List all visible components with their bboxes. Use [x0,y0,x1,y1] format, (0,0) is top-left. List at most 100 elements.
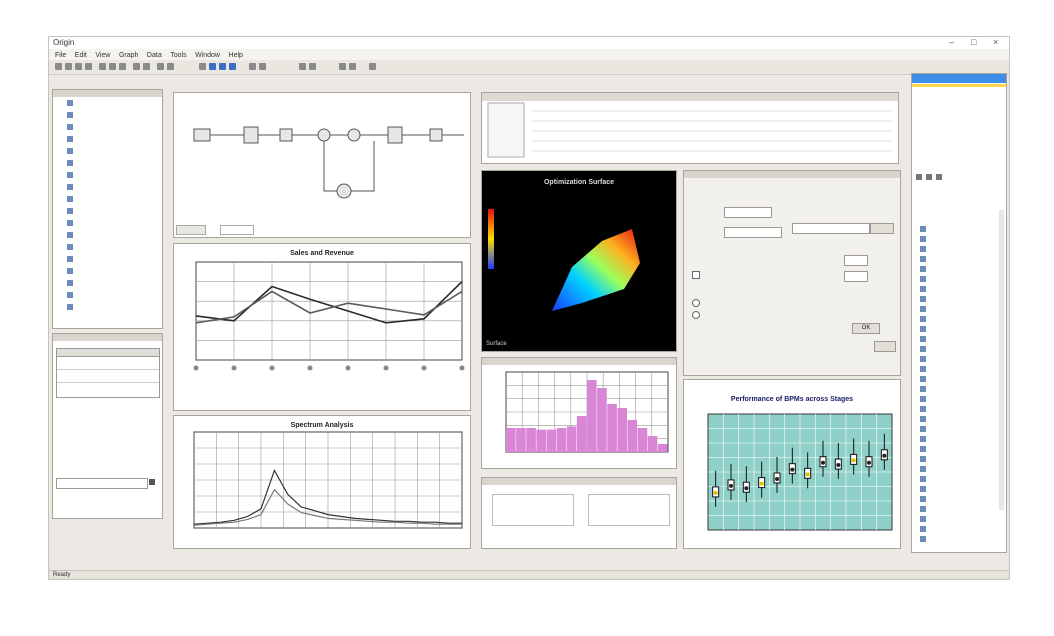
minimize-button[interactable]: ‒ [949,37,954,47]
object-list-item[interactable] [920,504,1000,514]
object-list-item[interactable] [920,374,1000,384]
object-list-item[interactable] [920,384,1000,394]
object-list-item[interactable] [920,464,1000,474]
tree-item[interactable] [67,256,76,264]
tree-item[interactable] [67,232,76,240]
tree-item[interactable] [67,304,76,312]
option-radio-1[interactable] [692,299,700,307]
tree-item[interactable] [67,172,76,180]
table-row[interactable] [57,383,159,395]
import-icon[interactable] [259,63,266,70]
tree-item[interactable] [67,184,76,192]
object-list-item[interactable] [920,454,1000,464]
object-list-item[interactable] [920,424,1000,434]
graph-icon[interactable] [199,63,206,70]
tree-item[interactable] [67,100,76,108]
cut-icon[interactable] [99,63,106,70]
expand-icon[interactable] [916,174,922,180]
object-list-item[interactable] [920,394,1000,404]
zoom-icon[interactable] [157,63,164,70]
tree-item[interactable] [67,112,76,120]
run-icon[interactable] [299,63,306,70]
object-list-item[interactable] [920,404,1000,414]
tree-item[interactable] [67,268,76,276]
ok-button[interactable]: OK [852,323,880,334]
object-list-item[interactable] [920,264,1000,274]
new-icon[interactable] [55,63,62,70]
folder-icon [67,292,73,298]
export-icon[interactable] [369,63,376,70]
layer-icon [920,456,926,462]
close-button[interactable]: × [993,37,998,47]
option-radio-2[interactable] [692,311,700,319]
undo-icon[interactable] [133,63,140,70]
object-list-item[interactable] [920,444,1000,454]
object-list-item[interactable] [920,364,1000,374]
tree-item[interactable] [67,244,76,252]
tree-item[interactable] [67,208,76,216]
print-icon[interactable] [85,63,92,70]
pan-icon[interactable] [167,63,174,70]
dialog-field-2[interactable] [724,227,782,238]
object-list-item[interactable] [920,314,1000,324]
filter-icon[interactable] [149,479,155,485]
object-list-item[interactable] [920,344,1000,354]
object-list-item[interactable] [920,234,1000,244]
maximize-button[interactable]: □ [971,37,976,47]
copy-icon[interactable] [109,63,116,70]
table-row[interactable] [57,357,159,370]
script-icon[interactable] [249,63,256,70]
help-icon[interactable] [349,63,356,70]
object-list-item[interactable] [920,514,1000,524]
diagram-tab-1[interactable] [176,225,206,235]
paste-icon[interactable] [119,63,126,70]
stop-icon[interactable] [309,63,316,70]
open-icon[interactable] [65,63,72,70]
tree-item[interactable] [67,148,76,156]
object-list-item[interactable] [920,354,1000,364]
tree-item[interactable] [67,292,76,300]
object-list-item[interactable] [920,474,1000,484]
option-checkbox[interactable] [692,271,700,279]
collapse-icon[interactable] [926,174,932,180]
tree-item[interactable] [67,220,76,228]
tree-item[interactable] [67,280,76,288]
matrix-icon[interactable] [219,63,226,70]
object-list-item[interactable] [920,524,1000,534]
browse-button[interactable] [870,223,894,234]
diagram-tab-2[interactable] [220,225,254,235]
surface-plot-title: Optimization Surface [543,179,614,186]
tree-item[interactable] [67,124,76,132]
object-list-item[interactable] [920,304,1000,314]
object-list-item[interactable] [920,484,1000,494]
object-list-item[interactable] [920,324,1000,334]
property-table [56,348,160,398]
object-list-item[interactable] [920,534,1000,544]
object-list-item[interactable] [920,254,1000,264]
object-list-item[interactable] [920,334,1000,344]
object-list-item[interactable] [920,434,1000,444]
table-icon[interactable] [209,63,216,70]
dialog-spin-1[interactable] [844,255,868,266]
object-list-item[interactable] [920,274,1000,284]
table-row[interactable] [57,370,159,383]
layout-icon[interactable] [229,63,236,70]
object-list-item[interactable] [920,494,1000,504]
cancel-button[interactable] [874,341,896,352]
save-icon[interactable] [75,63,82,70]
tree-item[interactable] [67,136,76,144]
tree-item[interactable] [67,160,76,168]
dialog-field-3[interactable] [792,223,870,234]
refresh-icon[interactable] [936,174,942,180]
dialog-spin-2[interactable] [844,271,868,282]
object-list-item[interactable] [920,294,1000,304]
filter-field[interactable] [56,478,148,489]
object-list-item[interactable] [920,414,1000,424]
settings-icon[interactable] [339,63,346,70]
dialog-field-1[interactable] [724,207,772,218]
redo-icon[interactable] [143,63,150,70]
object-list-item[interactable] [920,244,1000,254]
tree-item[interactable] [67,196,76,204]
object-list-item[interactable] [920,284,1000,294]
object-list-item[interactable] [920,224,1000,234]
